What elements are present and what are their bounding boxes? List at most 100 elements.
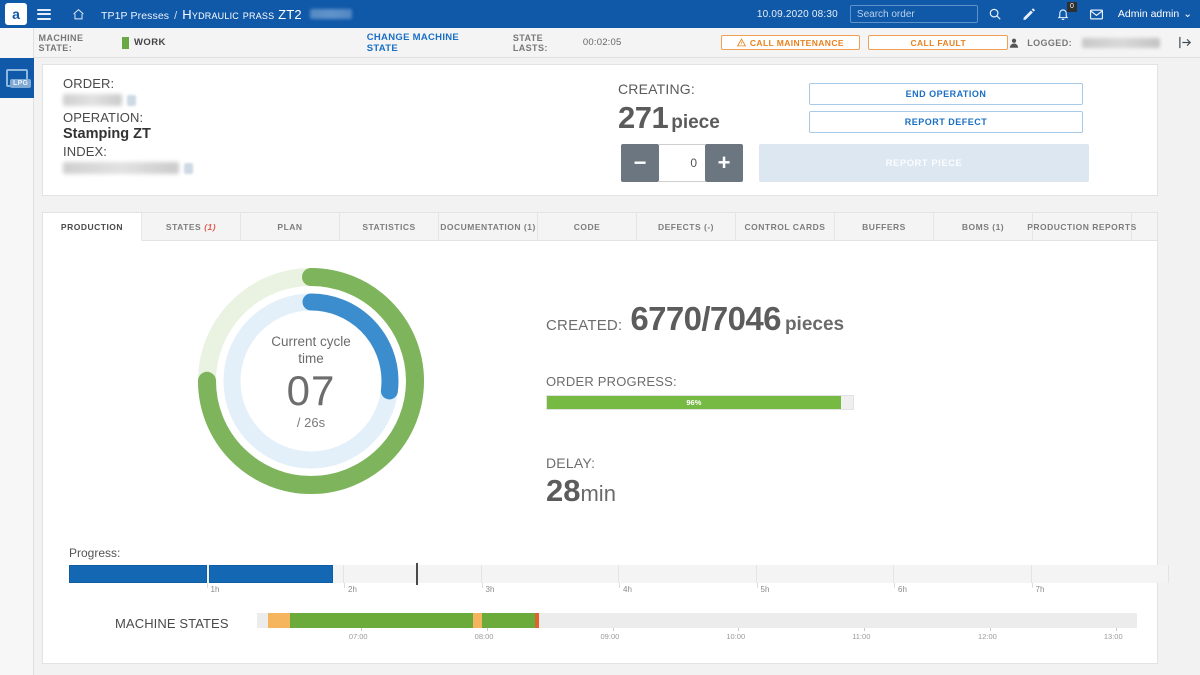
stepper-value-input[interactable] (659, 144, 705, 182)
progress-block[interactable] (209, 565, 333, 583)
logout-button[interactable] (1170, 35, 1200, 50)
breadcrumb-redacted-value (309, 8, 352, 19)
change-machine-state-link[interactable]: CHANGE MACHINE STATE (367, 32, 488, 54)
progress-axis-tick-label: 6h (898, 585, 907, 594)
call-fault-button[interactable]: CALL FAULT (868, 35, 1009, 50)
home-icon (72, 8, 84, 19)
search-input[interactable] (849, 5, 978, 23)
index-value (63, 159, 193, 177)
progress-grid-cell (619, 565, 757, 583)
call-maintenance-button[interactable]: CALL MAINTENANCE (720, 35, 861, 50)
creating-label: CREATING: (618, 81, 695, 97)
tab-production[interactable]: PRODUCTION (43, 213, 142, 241)
machine-state-value: WORK (134, 37, 166, 48)
breadcrumb-separator: / (174, 9, 178, 22)
machine-state-segment-fault[interactable] (535, 613, 539, 628)
rail-tile-badge: LPG (10, 79, 32, 88)
machine-state-segment-work[interactable] (482, 613, 536, 628)
tab-states[interactable]: STATES (1) (142, 213, 241, 240)
tab-label: DEFECTS (-) (657, 221, 715, 232)
created-value: 6770/7046 (630, 300, 781, 337)
tab-statistics[interactable]: STATISTICS (340, 213, 439, 240)
delay-value: 28 (546, 473, 581, 508)
cycle-time-donut: Current cycle time 07 / 26s (191, 261, 431, 506)
rail-module-tile[interactable]: LPG (0, 58, 34, 98)
tab-bar: PRODUCTION STATES (1) PLAN STATISTICS DOCUMEN… (43, 213, 1157, 241)
edit-button[interactable] (1012, 0, 1046, 28)
logged-user-group: LOGGED: (1008, 35, 1200, 50)
progress-axis-tickmark (481, 583, 483, 588)
tab-defects[interactable]: DEFECTS (-) (637, 213, 736, 240)
tab-boms-1[interactable]: BOMS (1) (934, 213, 1033, 240)
tab-production-reports[interactable]: PRODUCTION REPORTS (1027, 213, 1136, 240)
notifications-button[interactable]: 0 (1046, 0, 1080, 28)
progress-grid-cell (894, 565, 1032, 583)
order-label: ORDER: (63, 76, 115, 91)
monitor-icon: LPG (6, 69, 32, 88)
progress-grid-cell (757, 565, 894, 583)
hamburger-menu-button[interactable] (27, 0, 61, 28)
search-button[interactable] (978, 0, 1012, 28)
creating-value-row: 271 piece (618, 100, 720, 136)
search-icon (989, 8, 1001, 20)
progress-axis-tick-label: 2h (348, 585, 357, 594)
machine-states-tickmark (612, 628, 614, 631)
current-datetime: 10.09.2020 08:30 (756, 8, 838, 20)
machine-state-label: MACHINE STATE: (38, 32, 84, 53)
end-operation-button[interactable]: END OPERATION (809, 83, 1083, 105)
machine-states-tick-label: 13:00 (1103, 632, 1123, 641)
delay-value-row: 28 min (546, 473, 616, 509)
delay-label: DELAY: (546, 455, 596, 471)
user-menu-button[interactable]: Admin admin ⌄ (1118, 8, 1192, 20)
machine-states-track[interactable]: 07:00 08:00 09:00 10:00 11:00 12:00 13:00 (257, 613, 1137, 641)
report-defect-button[interactable]: REPORT DEFECT (809, 111, 1083, 133)
order-progress-value: 96% (686, 398, 702, 407)
tab-documentation-1[interactable]: DOCUMENTATION (1) (439, 213, 538, 240)
machine-states-tickmark (738, 628, 740, 631)
machine-states-tick-label: 08:00 (474, 632, 494, 641)
machine-state-segment-idle[interactable] (267, 613, 290, 628)
order-progress-fill: 96% (547, 396, 841, 409)
order-info-block: ORDER: OPERATION: Stamping ZT INDEX: (63, 76, 193, 177)
report-piece-button: REPORT PIECE (759, 144, 1089, 182)
top-bar-right: 10.09.2020 08:30 0 Admin admin ⌄ (757, 0, 1200, 28)
tab-control-cards[interactable]: CONTROL CARDS (736, 213, 835, 240)
index-label: INDEX: (63, 144, 107, 159)
app-logo[interactable]: a (5, 3, 27, 25)
tab-buffers[interactable]: BUFFERS (835, 213, 934, 240)
index-redacted (63, 162, 179, 174)
state-lasts-value: 00:02:05 (582, 37, 622, 48)
breadcrumb-root[interactable]: TP1P Presses (101, 10, 169, 22)
tab-label: STATISTICS (362, 221, 416, 232)
machine-state-segment-idle[interactable] (473, 613, 483, 628)
index-badge-redacted (184, 162, 193, 174)
home-button[interactable] (61, 0, 95, 28)
tab-label: BUFFERS (862, 221, 906, 232)
machine-states-tick-label: 12:00 (978, 632, 997, 641)
progress-block[interactable] (69, 565, 207, 583)
call-maintenance-label: CALL MAINTENANCE (749, 37, 844, 48)
tab-label: PLAN (277, 221, 303, 232)
progress-timeline-track[interactable]: 1h 2h 3h 4h 5h 6h 7h (69, 563, 1169, 594)
delay-block: DELAY: 28 min (546, 455, 616, 509)
logged-label: LOGGED: (1027, 37, 1072, 48)
stepper-increment-button[interactable]: + (705, 144, 743, 182)
tab-plan[interactable]: PLAN (241, 213, 340, 240)
stepper-decrement-button[interactable]: − (621, 144, 659, 182)
machine-state-bar: MACHINE STATE: WORK CHANGE MACHINE STATE… (0, 28, 1200, 58)
created-label: CREATED: (546, 317, 623, 334)
messages-button[interactable] (1080, 0, 1114, 28)
machine-states-tick-label: 11:00 (852, 632, 871, 641)
tab-code[interactable]: CODE (538, 213, 637, 240)
order-progress-block: ORDER PROGRESS: 96% (546, 374, 854, 410)
progress-axis-tick-label: 7h (1035, 585, 1045, 594)
hamburger-icon (37, 6, 51, 22)
chevron-down-icon: ⌄ (1183, 8, 1192, 20)
top-bar: a TP1P Presses / Hydraulic prass ZT2 10.… (0, 0, 1200, 28)
machine-state-segment-work[interactable] (289, 613, 474, 628)
creating-count: 271 (618, 100, 669, 135)
user-name-label: Admin admin (1117, 8, 1180, 20)
machine-states-tickmark (990, 628, 992, 631)
tab-count: (1) (204, 221, 217, 232)
created-row: CREATED: 6770/7046 pieces (546, 300, 844, 338)
